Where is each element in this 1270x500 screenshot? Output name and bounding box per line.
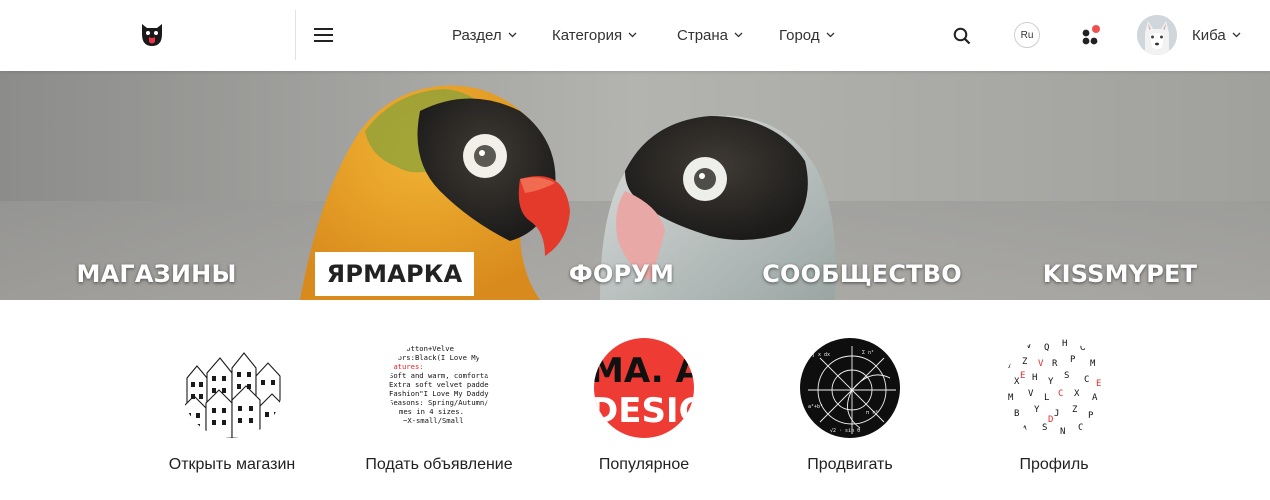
svg-text:Z: Z — [1022, 357, 1028, 367]
nav-label: Город — [779, 26, 820, 44]
svg-text:√2 · sin θ: √2 · sin θ — [830, 428, 860, 434]
logo-icon[interactable] — [139, 22, 165, 48]
snippet-line: ~X-small/Small — [403, 416, 464, 425]
svg-text:A: A — [1022, 425, 1028, 435]
svg-text:T: T — [1094, 423, 1100, 433]
chevron-down-icon — [1232, 32, 1241, 38]
svg-text:E: E — [1096, 379, 1101, 389]
text-document-icon: al:Cotton+Velve olors:Black(I Love My ea… — [389, 338, 489, 438]
feature-label: Популярное — [598, 456, 690, 473]
svg-text:V: V — [1038, 359, 1044, 369]
svg-text:Y: Y — [1048, 377, 1054, 387]
chevron-down-icon — [826, 32, 835, 38]
poster-text: DESIG — [594, 391, 694, 431]
svg-text:S: S — [1064, 371, 1069, 381]
snippet-line: eatures: — [389, 362, 424, 371]
svg-text:B: B — [1014, 409, 1019, 419]
snippet-line: Fashion"I Love My Daddy/I — [389, 389, 489, 398]
svg-text:E: E — [1020, 371, 1025, 381]
svg-text:Z: Z — [1072, 405, 1078, 415]
top-header: Раздел Категория Страна Город Ru Киба — [0, 0, 1270, 71]
svg-text:C: C — [1058, 389, 1063, 399]
snippet-line: Extra soft velvet padded,co — [389, 380, 489, 389]
svg-text:S: S — [1010, 345, 1015, 355]
svg-text:C: C — [1078, 423, 1083, 433]
svg-text:A: A — [1092, 393, 1098, 403]
hero-tab-fair[interactable]: ЯРМАРКА — [315, 252, 474, 296]
svg-text:Y: Y — [1034, 405, 1040, 415]
svg-text:P: P — [1088, 411, 1094, 421]
svg-text:a²+b²: a²+b² — [808, 404, 823, 410]
feature-label: Профиль — [1019, 456, 1089, 473]
svg-text:V: V — [1006, 361, 1012, 371]
apps-icon[interactable] — [1081, 24, 1103, 46]
nav-label: Раздел — [452, 26, 502, 44]
svg-text:∫ x dx: ∫ x dx — [812, 351, 830, 358]
svg-text:D: D — [1048, 415, 1053, 425]
svg-text:X: X — [1074, 389, 1080, 399]
svg-text:M: M — [1090, 359, 1096, 369]
feature-label: Подать объявление — [365, 456, 513, 473]
chevron-down-icon — [508, 32, 517, 38]
menu-icon[interactable] — [314, 27, 334, 43]
city-houses-icon — [182, 338, 282, 438]
svg-text:H: H — [1062, 339, 1067, 349]
svg-text:P: P — [1070, 355, 1076, 365]
svg-text:N: N — [1060, 427, 1065, 437]
svg-text:H: H — [1032, 373, 1037, 383]
nav-category-dropdown[interactable]: Категория — [552, 24, 637, 46]
feature-label: Продвигать — [807, 456, 893, 473]
hero-banner: МАГАЗИНЫ ЯРМАРКА ФОРУМ СООБЩЕСТВО KISSMY… — [0, 71, 1270, 300]
svg-text:J: J — [1054, 409, 1059, 419]
hero-tab-forum[interactable]: ФОРУМ — [569, 252, 674, 296]
snippet-line: al:Cotton+Velve — [389, 344, 454, 353]
nav-label: Страна — [677, 26, 729, 44]
avatar[interactable] — [1137, 15, 1177, 55]
language-switcher[interactable]: Ru — [1014, 22, 1040, 48]
search-icon[interactable] — [953, 27, 971, 45]
hero-tab-shops[interactable]: МАГАЗИНЫ — [77, 252, 237, 296]
letters-pattern-icon: SVQHG VZRPM XHYSC MVLXA BYJZP ASNC VTEC … — [1004, 338, 1104, 438]
svg-text:G: G — [1080, 343, 1085, 353]
user-menu[interactable]: Киба — [1192, 24, 1241, 46]
nav-section-dropdown[interactable]: Раздел — [452, 24, 517, 46]
math-chalkboard-icon: ∫ x dx Σ n² a²+b² π r² √2 · sin θ — [800, 338, 900, 438]
nav-label: Категория — [552, 26, 623, 44]
svg-text:T: T — [1088, 345, 1094, 355]
poster-text: MA. A — [594, 351, 694, 391]
svg-text:R: R — [1052, 359, 1058, 369]
snippet-line: Seasons: Spring/Autumn/W — [389, 398, 489, 407]
snippet-line: mes in 4 sizes. — [399, 407, 464, 416]
nav-country-dropdown[interactable]: Страна — [677, 24, 743, 46]
chevron-down-icon — [734, 32, 743, 38]
svg-text:V: V — [1010, 419, 1016, 429]
user-name-label: Киба — [1192, 26, 1226, 44]
svg-text:V: V — [1026, 341, 1032, 351]
svg-text:π r²: π r² — [866, 410, 878, 416]
svg-text:Q: Q — [1044, 343, 1049, 353]
chevron-down-icon — [628, 32, 637, 38]
svg-text:L: L — [1044, 393, 1049, 403]
snippet-line: olors:Black(I Love My — [389, 353, 481, 362]
hero-tab-kissmypet[interactable]: KISSMYPET — [1043, 252, 1197, 296]
svg-text:Σ n²: Σ n² — [862, 350, 874, 356]
svg-text:S: S — [1042, 423, 1047, 433]
header-divider — [295, 10, 296, 60]
nav-city-dropdown[interactable]: Город — [779, 24, 835, 46]
svg-text:C: C — [1084, 375, 1089, 385]
hero-tab-community[interactable]: СООБЩЕСТВО — [762, 252, 961, 296]
svg-text:M: M — [1008, 393, 1014, 403]
snippet-line: Soft and warm, comfortable — [389, 371, 489, 380]
svg-text:V: V — [1028, 389, 1034, 399]
design-poster-icon: MA. A DESIG — [594, 338, 694, 438]
feature-label: Открыть магазин — [168, 456, 296, 473]
